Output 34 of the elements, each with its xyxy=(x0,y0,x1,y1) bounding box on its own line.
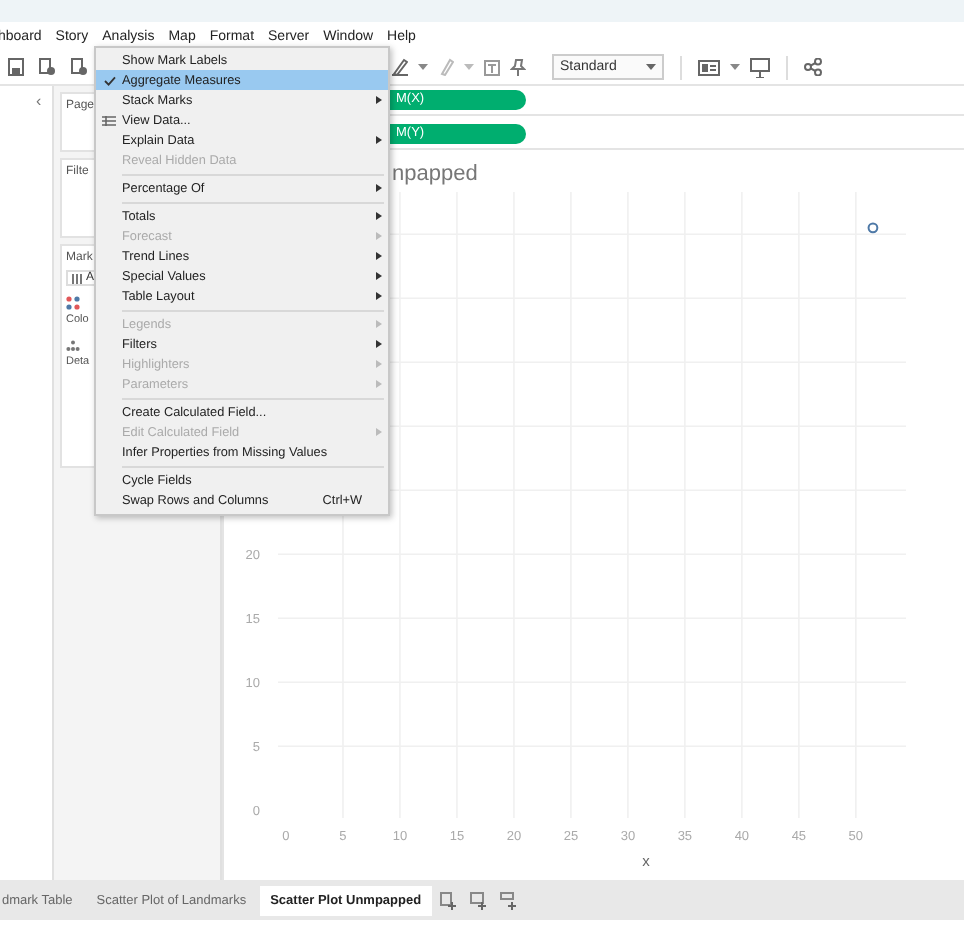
submenu-arrow-icon xyxy=(376,252,382,260)
collapse-button[interactable]: ‹ xyxy=(36,92,42,110)
share-icon[interactable] xyxy=(804,58,822,76)
submenu-arrow-icon xyxy=(376,184,382,192)
text-box-icon[interactable] xyxy=(484,59,500,75)
duplicate-sheet-icon[interactable] xyxy=(70,58,88,76)
new-worksheet-icon[interactable] xyxy=(439,891,458,909)
submenu-arrow-icon xyxy=(376,292,382,300)
submenu-arrow-icon xyxy=(376,340,382,348)
submenu-arrow-icon xyxy=(376,320,382,328)
submenu-arrow-icon xyxy=(376,428,382,436)
color-dots-icon xyxy=(66,296,80,310)
dots-icon xyxy=(66,340,80,352)
submenu-arrow-icon xyxy=(376,212,382,220)
card-view-icon[interactable] xyxy=(698,59,720,75)
table-icon xyxy=(102,115,116,125)
pin-icon[interactable] xyxy=(510,58,526,76)
bars-icon xyxy=(72,273,82,283)
caret-icon[interactable] xyxy=(418,64,428,70)
submenu-arrow-icon xyxy=(376,96,382,104)
caret-icon[interactable] xyxy=(730,64,740,70)
new-sheet-icon[interactable] xyxy=(38,58,56,76)
submenu-arrow-icon xyxy=(376,136,382,144)
submenu-arrow-icon xyxy=(376,272,382,280)
new-story-icon[interactable] xyxy=(499,891,518,909)
presentation-icon[interactable] xyxy=(750,57,770,77)
submenu-arrow-icon xyxy=(376,360,382,368)
save-icon[interactable] xyxy=(8,58,24,76)
new-dashboard-icon[interactable] xyxy=(469,891,488,909)
chart-title: npapped xyxy=(392,160,478,190)
pen-icon[interactable] xyxy=(392,58,408,76)
submenu-arrow-icon xyxy=(376,380,382,388)
caret-icon[interactable] xyxy=(646,64,656,70)
submenu-arrow-icon xyxy=(376,232,382,240)
